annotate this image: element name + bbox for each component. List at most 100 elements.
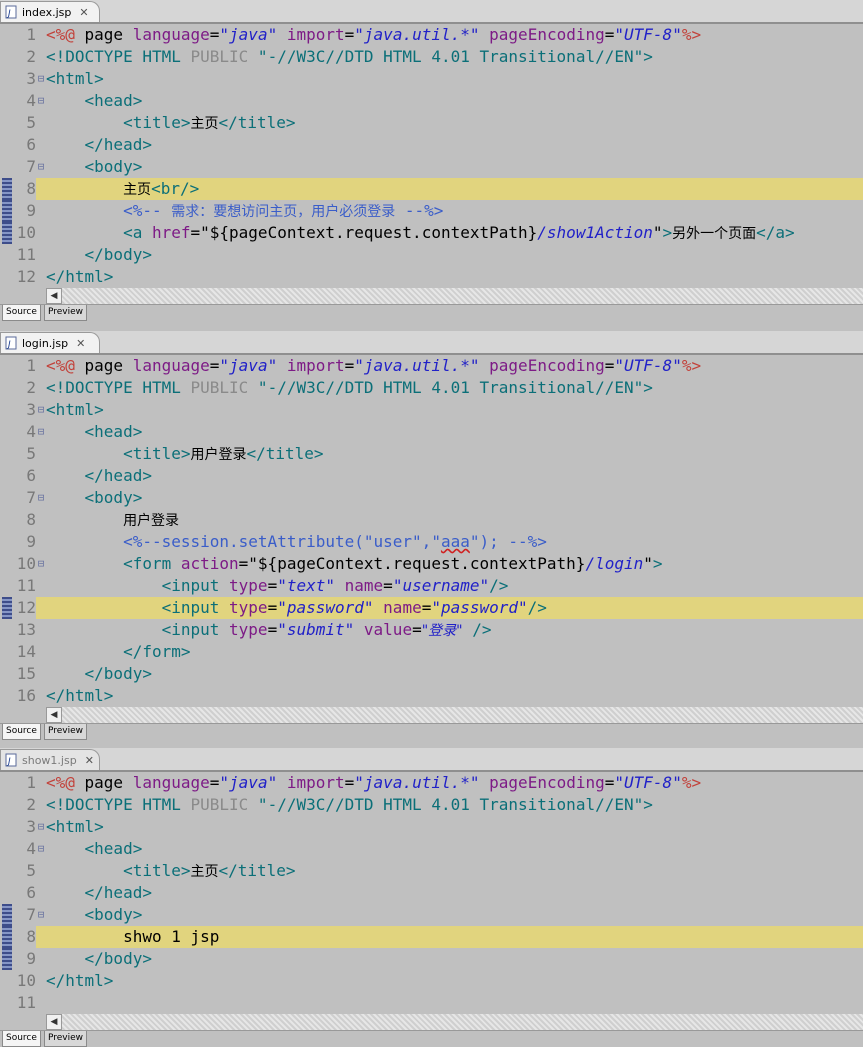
- code-line[interactable]: 1 <%@ page language="java" import="java.u…: [0, 772, 863, 794]
- code-token: "-//W3C//DTD HTML 4.01 Transitional//EN"…: [248, 47, 653, 66]
- code-line[interactable]: 10 <a href="${pageContext.request.contex…: [0, 222, 863, 244]
- horizontal-scrollbar[interactable]: ◀: [46, 707, 863, 723]
- code-line[interactable]: 1 <%@ page language="java" import="java.u…: [0, 24, 863, 46]
- gutter: [0, 46, 14, 68]
- line-number: 11: [16, 993, 36, 1012]
- code-line[interactable]: 6 </head>: [0, 465, 863, 487]
- line-number: 15: [16, 664, 36, 683]
- code-line[interactable]: 2 <!DOCTYPE HTML PUBLIC "-//W3C//DTD HTML…: [0, 794, 863, 816]
- fold-toggle-icon[interactable]: ⊟: [36, 68, 46, 90]
- code-token: "text": [277, 576, 335, 595]
- gutter: [0, 992, 14, 1014]
- scroll-left-arrow-icon[interactable]: ◀: [46, 707, 62, 723]
- fold-toggle-icon[interactable]: ⊟: [36, 816, 46, 838]
- editor-tab[interactable]: Jshow1.jsp ✕: [0, 749, 100, 770]
- code-line[interactable]: 1 <%@ page language="java" import="java.u…: [0, 355, 863, 377]
- code-line[interactable]: 3 ⊟ <html>: [0, 816, 863, 838]
- code-line[interactable]: 11: [0, 992, 863, 1014]
- code-line[interactable]: 7 ⊟ <body>: [0, 904, 863, 926]
- code-text: <title>主页</title>: [46, 860, 863, 883]
- scroll-left-arrow-icon[interactable]: ◀: [46, 1014, 62, 1030]
- code-token: ="${pageContext.request.contextPath}: [238, 554, 586, 573]
- code-text: <html>: [46, 68, 863, 90]
- gutter: [0, 222, 14, 244]
- code-line[interactable]: 4 ⊟ <head>: [0, 838, 863, 860]
- code-token: shwo 1 jsp: [46, 927, 220, 946]
- code-text: <%--session.setAttribute("user","aaa"); …: [46, 531, 863, 553]
- gutter: [0, 465, 14, 487]
- code-line[interactable]: 9 <%-- 需求：要想访问主页，用户必须登录 --%>: [0, 200, 863, 222]
- code-line[interactable]: 11 <input type="text" name="username"/>: [0, 575, 863, 597]
- code-token: <!DOCTYPE HTML: [46, 795, 191, 814]
- tab-source[interactable]: Source: [2, 1031, 41, 1047]
- line-number: 9: [26, 532, 36, 551]
- code-line[interactable]: 8 shwo 1 jsp: [0, 926, 863, 948]
- code-area[interactable]: 1 <%@ page language="java" import="java.u…: [0, 772, 863, 1014]
- code-line[interactable]: 12 <input type="password" name="password…: [0, 597, 863, 619]
- code-line[interactable]: 10 </html>: [0, 970, 863, 992]
- fold-toggle-icon[interactable]: ⊟: [36, 90, 46, 112]
- fold-toggle-icon[interactable]: ⊟: [36, 156, 46, 178]
- code-area[interactable]: 1 <%@ page language="java" import="java.u…: [0, 355, 863, 707]
- code-token: PUBLIC: [190, 795, 249, 814]
- tab-source[interactable]: Source: [2, 724, 41, 740]
- horizontal-scrollbar[interactable]: ◀: [46, 1014, 863, 1030]
- code-line[interactable]: 3 ⊟ <html>: [0, 68, 863, 90]
- code-line[interactable]: 14 </form>: [0, 641, 863, 663]
- code-area[interactable]: 1 <%@ page language="java" import="java.u…: [0, 24, 863, 288]
- fold-toggle-icon[interactable]: ⊟: [36, 421, 46, 443]
- tab-preview[interactable]: Preview: [44, 724, 88, 740]
- code-token: />: [527, 598, 547, 617]
- code-line[interactable]: 8 主页<br/>: [0, 178, 863, 200]
- code-line[interactable]: 16 </html>: [0, 685, 863, 707]
- fold-toggle-icon[interactable]: ⊟: [36, 399, 46, 421]
- code-line[interactable]: 8 用户登录: [0, 509, 863, 531]
- code-line[interactable]: 4 ⊟ <head>: [0, 90, 863, 112]
- gutter: [0, 619, 14, 641]
- close-icon[interactable]: ✕: [79, 6, 88, 19]
- code-token: <head>: [46, 839, 143, 858]
- code-line[interactable]: 5 <title>主页</title>: [0, 112, 863, 134]
- code-text: </head>: [46, 465, 863, 487]
- code-token: <!DOCTYPE HTML: [46, 47, 191, 66]
- horizontal-scrollbar[interactable]: ◀: [46, 288, 863, 304]
- fold-toggle-icon[interactable]: ⊟: [36, 838, 46, 860]
- code-line[interactable]: 10 ⊟ <form action="${pageContext.request.…: [0, 553, 863, 575]
- code-line[interactable]: 3 ⊟ <html>: [0, 399, 863, 421]
- code-line[interactable]: 7 ⊟ <body>: [0, 156, 863, 178]
- code-token: </title>: [218, 113, 296, 132]
- tab-preview[interactable]: Preview: [44, 305, 88, 321]
- change-marker-icon: [2, 926, 12, 948]
- code-line[interactable]: 6 </head>: [0, 134, 863, 156]
- code-line[interactable]: 11 </body>: [0, 244, 863, 266]
- tab-source[interactable]: Source: [2, 305, 41, 321]
- code-line[interactable]: 5 <title>主页</title>: [0, 860, 863, 882]
- fold-toggle-icon[interactable]: ⊟: [36, 553, 46, 575]
- code-line[interactable]: 7 ⊟ <body>: [0, 487, 863, 509]
- code-line[interactable]: 6 </head>: [0, 882, 863, 904]
- code-token: </html>: [46, 971, 114, 990]
- code-line[interactable]: 4 ⊟ <head>: [0, 421, 863, 443]
- code-token: 需求：要想访问主页，用户必须登录: [171, 204, 396, 220]
- editor-tab[interactable]: Jindex.jsp ✕: [0, 1, 100, 22]
- code-line[interactable]: 2 <!DOCTYPE HTML PUBLIC "-//W3C//DTD HTML…: [0, 46, 863, 68]
- code-line[interactable]: 9 <%--session.setAttribute("user","aaa")…: [0, 531, 863, 553]
- code-line[interactable]: 2 <!DOCTYPE HTML PUBLIC "-//W3C//DTD HTML…: [0, 377, 863, 399]
- code-line[interactable]: 13 <input type="submit" value="登录" />: [0, 619, 863, 641]
- code-line[interactable]: 15 </body>: [0, 663, 863, 685]
- tab-preview[interactable]: Preview: [44, 1031, 88, 1047]
- code-token: <body>: [46, 488, 143, 507]
- close-icon[interactable]: ✕: [76, 337, 85, 350]
- code-line[interactable]: 12 </html>: [0, 266, 863, 288]
- editor-tab[interactable]: Jlogin.jsp ✕: [0, 332, 100, 353]
- code-token: <head>: [46, 422, 143, 441]
- scroll-left-arrow-icon[interactable]: ◀: [46, 288, 62, 304]
- close-icon[interactable]: ✕: [85, 754, 94, 767]
- code-token: type: [229, 576, 268, 595]
- fold-toggle-icon[interactable]: ⊟: [36, 487, 46, 509]
- code-line[interactable]: 9 </body>: [0, 948, 863, 970]
- code-token: 用户登录: [123, 513, 180, 529]
- fold-toggle-icon[interactable]: ⊟: [36, 904, 46, 926]
- code-line[interactable]: 5 <title>用户登录</title>: [0, 443, 863, 465]
